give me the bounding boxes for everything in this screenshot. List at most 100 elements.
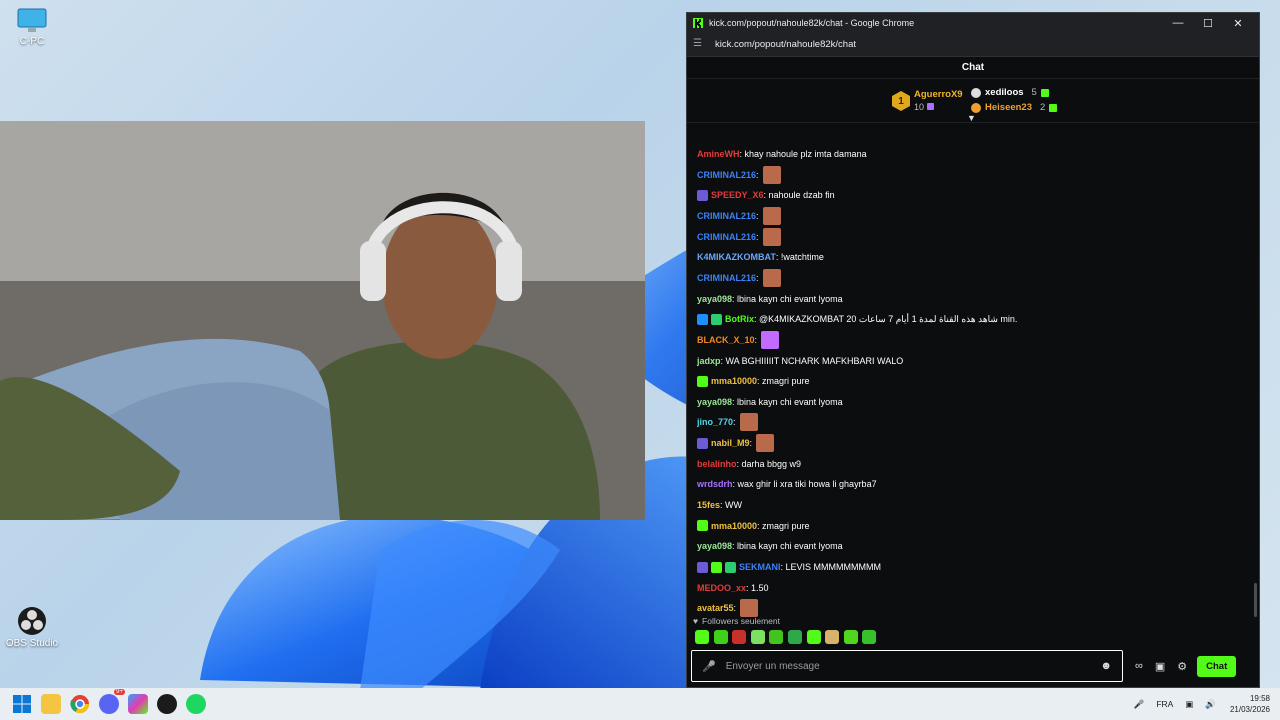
chat-message: mma10000: zmagri pure [697,372,810,390]
chat-message: BLACK_X_10: [697,330,780,349]
chat-username[interactable]: belalinho [697,459,737,469]
emote-button[interactable] [695,630,709,644]
chat-username[interactable]: CRIMINAL216 [697,211,756,221]
gear-icon[interactable]: ⚙ [1177,660,1187,673]
chat-username[interactable]: SEKMANI [739,562,781,572]
kick-favicon-icon [693,18,703,28]
chat-username[interactable]: 15fes [697,500,720,510]
gift-badge-icon [697,520,708,532]
chat-scrollbar[interactable] [1254,583,1257,617]
chat-message-text: : 1.50 [746,582,769,593]
chat-message: avatar55: [697,599,759,618]
clock[interactable]: 19:58 21/03/2026 [1230,693,1270,715]
windows-start-icon[interactable] [12,694,32,714]
face-emote-icon [762,165,781,184]
chat-message-text: : [754,334,758,345]
chat-username[interactable]: BLACK_X_10 [697,335,755,345]
emote-button[interactable] [862,630,877,644]
taskbar: 9+ 🎤 FRA ▣ 🔊 19:58 21/03/2026 [0,688,1280,720]
collapse-leaderboard-icon[interactable]: ▼ [967,113,976,123]
send-chat-button[interactable]: Chat [1197,655,1237,677]
network-icon[interactable]: ▣ [1185,699,1193,710]
chat-username[interactable]: mma10000 [711,376,757,386]
chat-username[interactable]: yaya098 [697,541,732,551]
chat-message-text: : wax ghir li xra tiki howa li ghayrba7 [732,479,877,490]
chat-username[interactable]: yaya098 [697,294,732,304]
chat-username[interactable]: mma10000 [711,521,757,531]
emote-button[interactable] [825,630,840,644]
file-explorer-icon[interactable] [41,694,61,714]
chat-message-input[interactable]: 🎤 Envoyer un message ☻ [691,650,1123,682]
chat-username[interactable]: jino_770 [697,417,733,427]
chat-message: K4MIKAZKOMBAT: !watchtime [697,248,824,266]
webcam-image [0,121,645,520]
chat-username[interactable]: AmineWH [697,149,740,159]
chat-username[interactable]: wrdsdrh [697,479,733,489]
chat-username[interactable]: CRIMINAL216 [697,273,756,283]
chat-username[interactable]: jadxp [697,356,721,366]
leaderboard-third[interactable]: Heiseen23 2 [971,100,1058,115]
infinity-icon[interactable]: ∞ [1135,660,1143,672]
capcut-icon[interactable] [128,694,148,714]
chat-input-placeholder: Envoyer un message [725,660,820,672]
chat-username[interactable]: nabil_M9 [711,438,750,448]
leaderboard-first[interactable]: 1 AguerroX9 10 [892,88,963,114]
chat-message-text: : nahoule dzab fin [763,190,835,201]
chat-input-row: 🎤 Envoyer un message ☻ ∞ ▣ ⚙ Chat [691,650,1257,682]
chat-messages: AmineWH: khay nahoule plz imta damana CRI… [687,135,1247,618]
emote-button[interactable] [787,630,802,644]
discord-notification-badge: 9+ [114,689,125,695]
maximize-button[interactable]: ☐ [1193,13,1223,33]
emote-button[interactable] [806,630,821,644]
desktop-icon-label: OBS Studio [5,638,59,649]
gift-icon [1049,103,1058,112]
chrome-window: kick.com/popout/nahoule82k/chat - Google… [686,12,1260,688]
chat-message-text: : lbina kayn chi evant lyoma [732,396,843,407]
leaderboard-first-count: 10 [914,101,963,114]
leaderboard-second[interactable]: xediloos 5 [971,85,1057,100]
emoji-picker-icon[interactable]: ☻ [1100,660,1112,672]
discord-icon[interactable]: 9+ [99,689,125,714]
close-button[interactable]: ✕ [1223,13,1253,33]
emote-button[interactable] [732,630,747,644]
language-indicator[interactable]: FRA [1156,699,1173,709]
chat-message-text: : [756,169,759,180]
emote-button[interactable] [750,630,765,644]
rank-icon [971,102,981,113]
chat-message-text: : [733,417,736,428]
leaderboard-second-name: xediloos [985,87,1024,98]
desktop-icon-pc[interactable]: C-PC [0,8,64,47]
chat-username[interactable]: CRIMINAL216 [697,170,756,180]
microphone-tray-icon[interactable]: 🎤 [1134,699,1145,710]
microphone-icon[interactable]: 🎤 [702,660,716,673]
spotify-icon[interactable] [186,694,206,714]
emote-button[interactable] [769,630,784,644]
desktop-icon-obs[interactable]: OBS Studio [0,606,64,649]
chat-message-text: : [756,231,759,242]
emote-button[interactable] [843,630,858,644]
chat-username[interactable]: yaya098 [697,397,732,407]
site-settings-icon[interactable]: ☰ [693,38,707,52]
store-icon[interactable]: ▣ [1155,660,1165,673]
chat-username[interactable]: CRIMINAL216 [697,232,756,242]
chrome-icon[interactable] [70,694,90,714]
chat-username[interactable]: K4MIKAZKOMBAT [697,252,776,262]
address-bar[interactable]: ☰ kick.com/popout/nahoule82k/chat [687,33,1259,57]
chat-username[interactable]: SPEEDY_X6 [711,190,764,200]
chat-message: mma10000: zmagri pure [697,517,810,535]
chat-message: wrdsdrh: wax ghir li xra tiki howa li gh… [697,475,877,493]
chat-message-text: : [733,603,737,614]
chat-username[interactable]: MEDOO_xx [697,583,746,593]
chat-message-text: : WW [720,500,743,511]
chat-message: jadxp: WA BGHIIIIIT NCHARK MAFKHBARI WAL… [697,352,903,370]
leaderboard-third-count: 2 [1040,102,1046,113]
chat-username[interactable]: avatar55 [697,603,734,613]
volume-icon[interactable]: 🔊 [1205,699,1216,710]
rocket-badge-icon [697,189,708,201]
chat-username[interactable]: BotRix [725,314,754,324]
chat-message: CRIMINAL216: [697,165,781,184]
monitor-icon [17,8,47,32]
emote-button[interactable] [713,630,728,644]
minimize-button[interactable]: — [1163,13,1193,33]
obs-taskbar-icon[interactable] [157,694,177,714]
